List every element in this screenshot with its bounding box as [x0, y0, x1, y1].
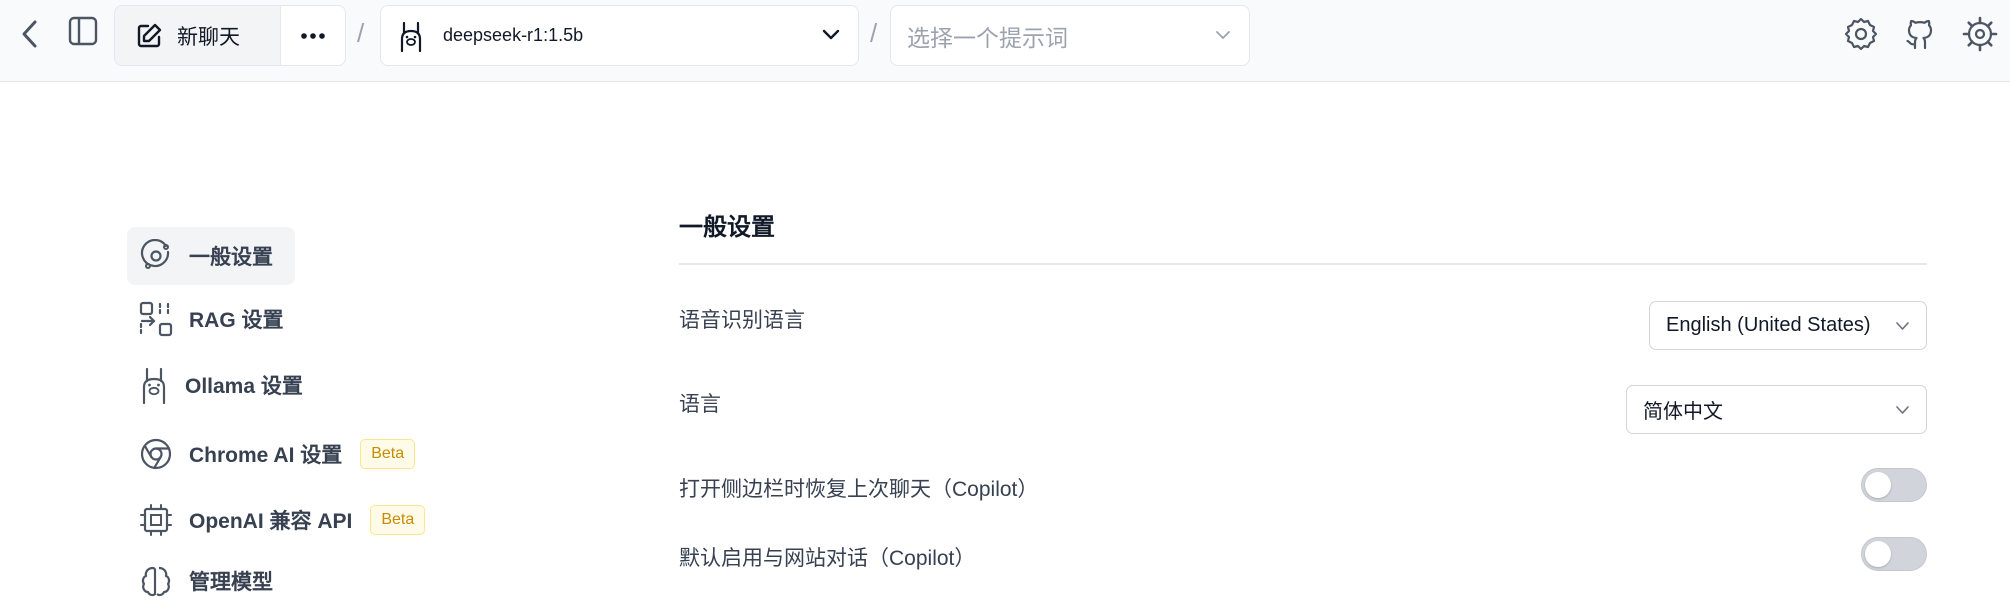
breadcrumb-separator: /	[870, 18, 878, 48]
chat-with-website-toggle[interactable]	[1861, 537, 1927, 571]
top-bar: 新聊天 / deepseek-r1:1.5b / 选择一个提示词	[0, 0, 2010, 82]
chrome-icon	[139, 437, 173, 471]
llama-icon	[139, 365, 169, 405]
setting-label-speech-language: 语音识别语言	[679, 309, 805, 332]
page-title: 一般设置	[679, 214, 775, 241]
chevron-down-icon	[1895, 405, 1910, 415]
chevron-down-icon	[1215, 30, 1231, 40]
setting-label-restore-last-chat: 打开侧边栏时恢复上次聊天（Copilot）	[679, 478, 1039, 501]
sidebar-item-label: Ollama 设置	[185, 375, 303, 398]
sidebar-item-ollama[interactable]: Ollama 设置	[127, 356, 347, 414]
chevron-down-icon	[822, 28, 840, 40]
breadcrumb-separator: /	[357, 18, 365, 48]
settings-icon[interactable]	[1843, 16, 1879, 52]
chip-icon	[139, 503, 173, 537]
cog-icon[interactable]	[1962, 16, 1998, 52]
setting-label-chat-with-website: 默认启用与网站对话（Copilot）	[679, 547, 976, 570]
more-options-button[interactable]	[281, 6, 345, 65]
new-chat-label: 新聊天	[177, 25, 240, 49]
sidebar-item-label: 一般设置	[189, 246, 273, 269]
sidebar-item-rag[interactable]: RAG 设置	[127, 290, 327, 348]
language-select[interactable]: 简体中文	[1626, 385, 1927, 434]
chevron-down-icon	[1895, 321, 1910, 331]
select-value: 简体中文	[1643, 401, 1723, 423]
more-horizontal-icon	[300, 32, 326, 40]
rag-icon	[139, 301, 173, 337]
sidebar-item-label: 管理模型	[189, 571, 273, 594]
sidebar-item-chrome-ai[interactable]: Chrome AI 设置 Beta	[127, 425, 447, 483]
prompt-select[interactable]: 选择一个提示词	[890, 5, 1250, 66]
back-icon[interactable]	[14, 14, 44, 54]
sidebar-item-label: OpenAI 兼容 API	[189, 510, 353, 533]
setting-label-language: 语言	[679, 393, 721, 416]
toggle-knob	[1865, 541, 1891, 567]
sidebar-toggle-icon[interactable]	[66, 14, 100, 48]
sidebar-item-manage-models[interactable]: 管理模型	[127, 552, 347, 610]
edit-icon	[135, 22, 163, 50]
prompt-placeholder: 选择一个提示词	[907, 24, 1068, 51]
sidebar-item-openai-api[interactable]: OpenAI 兼容 API Beta	[127, 491, 467, 549]
model-name: deepseek-r1:1.5b	[443, 25, 584, 45]
sidebar-item-label: Chrome AI 设置	[189, 444, 343, 467]
divider	[679, 263, 1927, 265]
beta-badge: Beta	[370, 505, 426, 535]
model-select[interactable]: deepseek-r1:1.5b	[380, 5, 859, 66]
sidebar-item-label: RAG 设置	[189, 309, 284, 332]
speech-language-select[interactable]: English (United States)	[1649, 301, 1927, 350]
toggle-knob	[1865, 472, 1891, 498]
restore-last-chat-toggle[interactable]	[1861, 468, 1927, 502]
general-settings-icon	[139, 239, 173, 273]
brain-icon	[139, 564, 173, 598]
sidebar-item-general[interactable]: 一般设置	[127, 227, 295, 285]
new-chat-button[interactable]: 新聊天	[115, 6, 280, 65]
llama-icon	[397, 19, 425, 53]
select-value: English (United States)	[1666, 314, 1871, 336]
new-chat-group: 新聊天	[114, 5, 346, 66]
beta-badge: Beta	[360, 439, 416, 469]
github-icon[interactable]	[1902, 16, 1938, 52]
